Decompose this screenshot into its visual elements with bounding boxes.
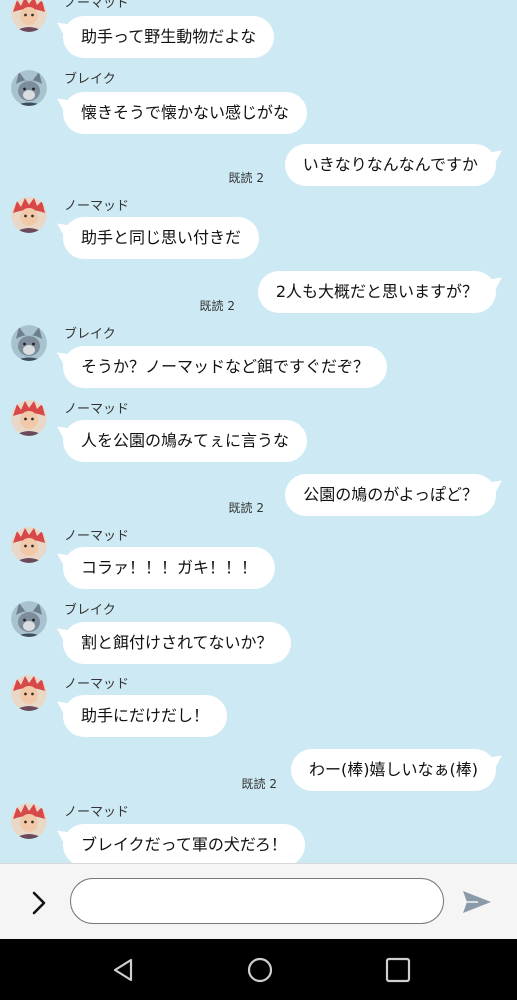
nomad-avatar[interactable] [11, 803, 47, 839]
sender-name: ノーマッド [64, 805, 130, 820]
message-bubble[interactable]: 助手にだけだし！ [63, 695, 228, 737]
message-bubble[interactable]: 公園の鳩のがよっぽど？ [285, 474, 496, 516]
nomad-avatar[interactable] [11, 400, 47, 436]
sender-name: ブレイク [64, 327, 116, 342]
home-circle-icon[interactable] [245, 955, 275, 985]
send-icon[interactable] [460, 887, 494, 917]
chat-area[interactable]: ノーマッド 助手って野生動物だよな ブレイク 懐きそうで懐かない感じがな 既読 … [0, 0, 517, 863]
message-bubble[interactable]: 割と餌付けされてないか？ [63, 622, 291, 664]
nomad-avatar[interactable] [11, 0, 47, 32]
read-receipt: 既読 2 [228, 171, 264, 185]
nomad-avatar[interactable] [11, 197, 47, 233]
message-bubble[interactable]: 人を公園の鳩みてぇに言うな [63, 420, 308, 462]
sender-name: ノーマッド [64, 0, 130, 11]
message-bubble[interactable]: そうか？ノーマッドなど餌ですぐだぞ？ [63, 346, 388, 388]
message-bubble[interactable]: 助手って野生動物だよな [63, 16, 275, 58]
sender-name: ノーマッド [64, 677, 130, 692]
system-navigation-bar [0, 939, 517, 1000]
sender-name: ノーマッド [64, 199, 130, 214]
sender-name: ノーマッド [64, 529, 130, 544]
read-receipt: 既読 2 [241, 777, 277, 791]
read-receipt: 既読 2 [228, 501, 264, 515]
message-bubble[interactable]: 懐きそうで懐かない感じがな [63, 92, 308, 134]
message-bubble[interactable]: 2人も大概だと思いますが？ [257, 271, 496, 313]
sender-name: ノーマッド [64, 402, 130, 417]
message-bubble[interactable]: わー(棒)嬉しいなぁ(棒) [291, 749, 496, 791]
nomad-avatar[interactable] [11, 675, 47, 711]
chevron-right-icon[interactable] [24, 888, 54, 918]
message-bubble[interactable]: ブレイクだって軍の犬だろ！ [63, 824, 305, 863]
recents-square-icon[interactable] [383, 955, 413, 985]
back-triangle-icon[interactable] [109, 955, 139, 985]
sender-name: ブレイク [64, 603, 116, 618]
message-input-bar [0, 863, 517, 940]
blake-avatar[interactable] [11, 601, 47, 637]
read-receipt: 既読 2 [199, 299, 235, 313]
message-bubble[interactable]: コラァ！！！ガキ！！！ [63, 547, 276, 589]
sender-name: ブレイク [64, 72, 116, 87]
blake-avatar[interactable] [11, 325, 47, 361]
message-bubble[interactable]: いきなりなんなんですか [284, 144, 496, 186]
nomad-avatar[interactable] [11, 527, 47, 563]
message-bubble[interactable]: 助手と同じ思い付きだ [63, 217, 260, 259]
message-input[interactable] [70, 878, 444, 924]
blake-avatar[interactable] [11, 70, 47, 106]
